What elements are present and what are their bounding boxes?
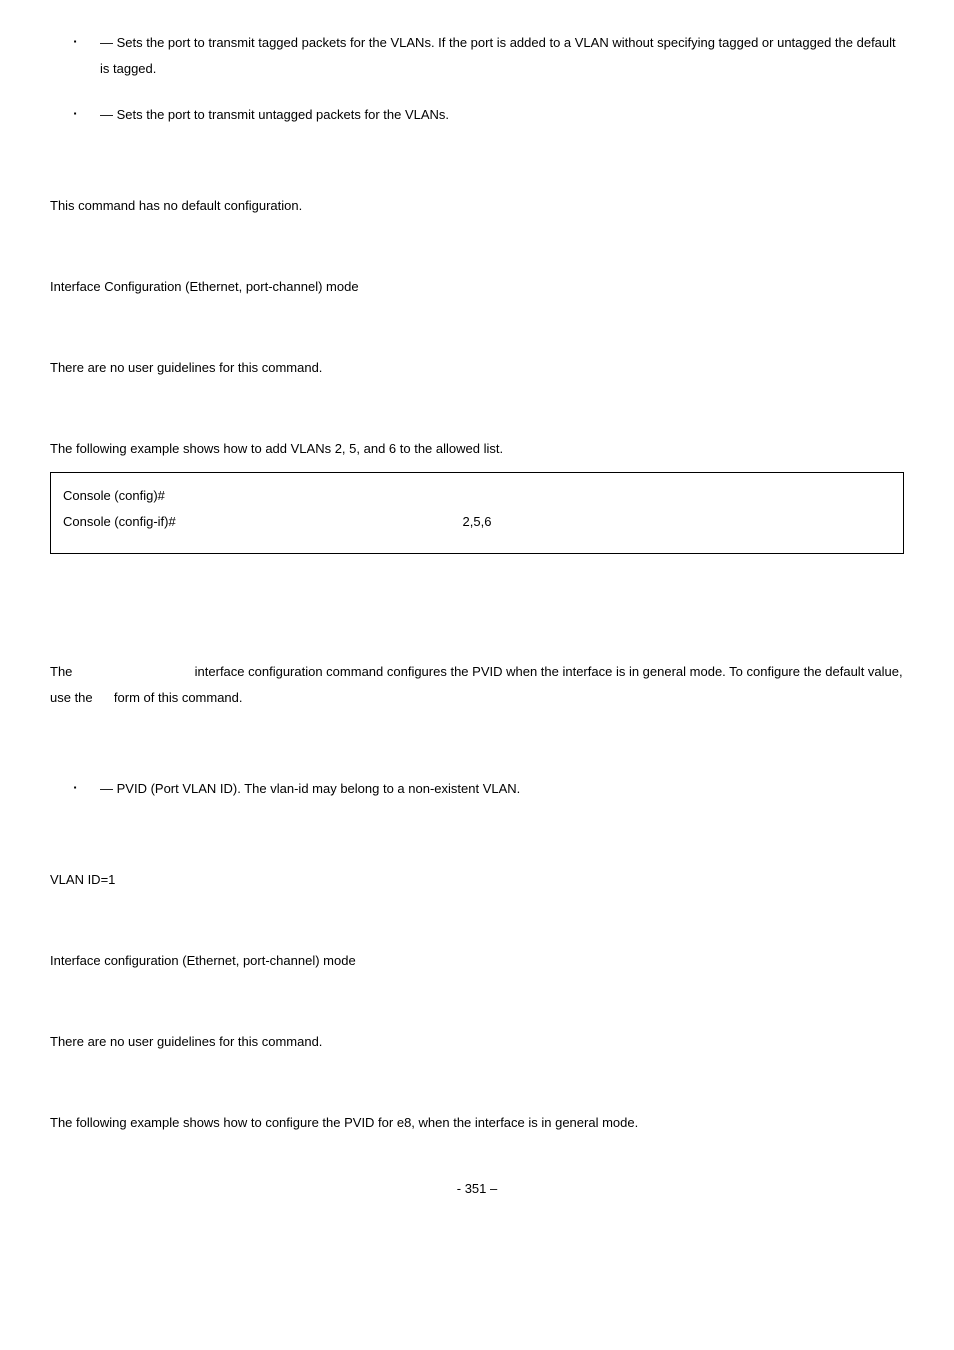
bullet-marker-icon: ▪	[50, 102, 100, 128]
page-content: ▪ — Sets the port to transmit tagged pac…	[0, 0, 954, 1236]
vlan-id-text: VLAN ID=1	[50, 867, 904, 893]
bullet-marker-icon: ▪	[50, 776, 100, 802]
example-intro-text-2: The following example shows how to confi…	[50, 1110, 904, 1136]
bullet-item: ▪ — Sets the port to transmit tagged pac…	[50, 30, 904, 82]
bullet-list-top: ▪ — Sets the port to transmit tagged pac…	[50, 30, 904, 128]
default-config-text: This command has no default configuratio…	[50, 193, 904, 219]
console-line: Console (config-if)# 2,5,6 Console (conf…	[63, 509, 891, 535]
mode-text: Interface Configuration (Ethernet, port-…	[50, 274, 904, 300]
console-line: Console (config)#	[63, 483, 891, 509]
page-number: - 351 –	[50, 1181, 904, 1196]
console-prompt: Console (config)#	[63, 483, 165, 509]
bullet-text: — PVID (Port VLAN ID). The vlan-id may b…	[100, 776, 904, 802]
bullet-item: ▪ — Sets the port to transmit untagged p…	[50, 102, 904, 128]
bullet-text: — Sets the port to transmit tagged packe…	[100, 30, 904, 82]
bullet-marker-icon: ▪	[50, 30, 100, 82]
mode-text-2: Interface configuration (Ethernet, port-…	[50, 948, 904, 974]
bullet-list-pvid: ▪ — PVID (Port VLAN ID). The vlan-id may…	[50, 776, 904, 802]
text-fragment: The	[50, 664, 72, 679]
pvid-description: The interface configuration command conf…	[50, 659, 904, 711]
bullet-text: — Sets the port to transmit untagged pac…	[100, 102, 904, 128]
guidelines-text: There are no user guidelines for this co…	[50, 355, 904, 381]
example-intro-text: The following example shows how to add V…	[50, 436, 904, 462]
console-prompt: Console (config-if)#	[63, 509, 176, 535]
guidelines-text-2: There are no user guidelines for this co…	[50, 1029, 904, 1055]
console-code-box: Console (config)# Console (config-if)# 2…	[50, 472, 904, 554]
bullet-item: ▪ — PVID (Port VLAN ID). The vlan-id may…	[50, 776, 904, 802]
text-fragment: form of this command.	[114, 690, 243, 705]
console-value: 2,5,6	[176, 509, 779, 535]
